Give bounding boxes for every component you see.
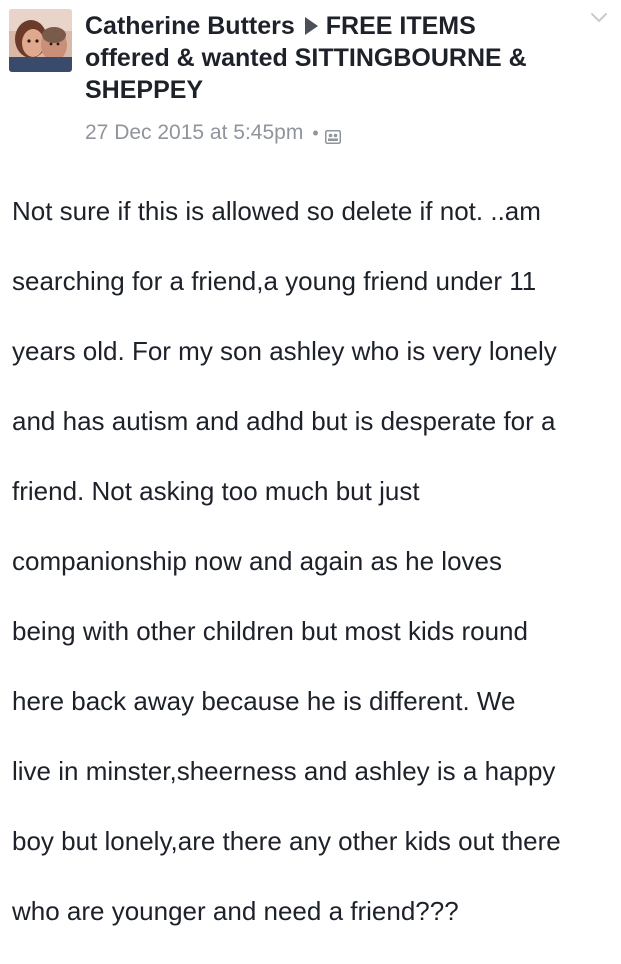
group-privacy-icon [324,126,341,144]
post-body-line: who are younger and need a friend??? [12,896,459,926]
post-body-line: being with other children but most kids … [12,616,528,646]
post-body-line: live in minster,sheerness and ashley is … [12,756,556,786]
author-name-link[interactable]: Catherine Butters [85,12,295,40]
triangle-right-icon [304,17,318,35]
post-body-line: boy but lonely,are there any other kids … [12,826,561,856]
post-timestamp[interactable]: 27 Dec 2015 at 5:45pm [85,121,303,145]
post-header: Catherine Butters FREE ITEMS offered & wa… [85,10,555,106]
avatar-photo [9,9,72,72]
post-card: Catherine Butters FREE ITEMS offered & wa… [0,0,621,926]
meta-separator: • [312,122,319,143]
chevron-down-icon[interactable] [590,12,608,24]
post-body: Not sure if this is allowed so delete if… [12,159,617,964]
post-body-line: here back away because he is different. … [12,686,516,716]
post-meta: 27 Dec 2015 at 5:45pm • [85,118,341,148]
post-body-line: Not sure if this is allowed so delete if… [12,196,541,226]
post-body-line: and has autism and adhd but is desperate… [12,406,556,436]
author-avatar[interactable] [9,9,72,72]
post-body-line: companionship now and again as he loves [12,546,503,576]
post-body-line: friend. Not asking too much but just [12,476,420,506]
post-body-line: years old. For my son ashley who is very… [12,336,557,366]
post-body-line: searching for a friend,a young friend un… [12,266,537,296]
